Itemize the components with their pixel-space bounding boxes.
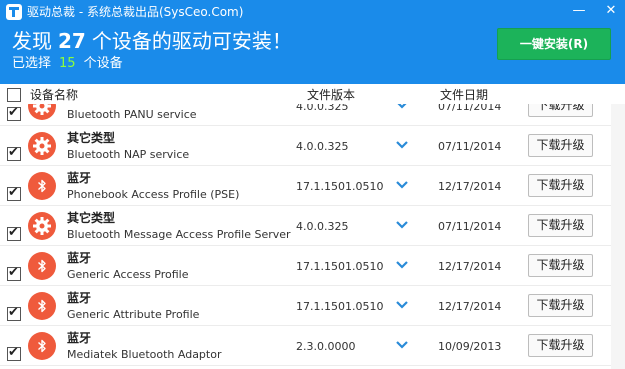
row-checkbox[interactable]: ✔ <box>7 264 21 281</box>
headline-suffix: 个设备的驱动可安装！ <box>91 29 292 53</box>
bluetooth-icon <box>28 332 56 360</box>
column-header: 设备名称 文件版本 文件日期 <box>0 86 625 104</box>
download-upgrade-button[interactable]: 下载升级 <box>528 134 593 157</box>
file-version: 4.0.0.325 <box>296 140 349 153</box>
app-logo-icon <box>6 4 22 20</box>
row-checkbox[interactable]: ✔ <box>7 104 21 121</box>
scrollbar[interactable] <box>611 96 625 369</box>
checkmark-icon: ✔ <box>8 304 19 320</box>
headline-prefix: 发现 <box>12 29 52 53</box>
download-upgrade-button[interactable]: 下载升级 <box>528 214 593 237</box>
device-type: 蓝牙 <box>67 331 92 345</box>
selected-prefix: 已选择 <box>12 56 52 71</box>
file-version: 17.1.1501.0510 <box>296 260 384 273</box>
close-button[interactable]: ✕ <box>598 0 624 22</box>
window-title: 驱动总裁 - 系统总裁出品(SysCeo.Com) <box>27 5 244 19</box>
file-date: 12/17/2014 <box>438 180 502 193</box>
file-version: 17.1.1501.0510 <box>296 300 384 313</box>
version-dropdown-chevron-icon[interactable] <box>395 139 409 151</box>
file-date: 12/17/2014 <box>438 300 502 313</box>
bluetooth-icon <box>28 172 56 200</box>
device-name: Bluetooth PANU service <box>67 108 197 121</box>
download-upgrade-button[interactable]: 下载升级 <box>528 294 593 317</box>
bluetooth-icon <box>28 292 56 320</box>
page-title: 发现 27 个设备的驱动可安装！ <box>12 28 292 54</box>
device-name: Generic Attribute Profile <box>67 308 200 321</box>
selected-count: 15 <box>59 56 76 71</box>
file-date: 12/17/2014 <box>438 260 502 273</box>
gear-icon <box>28 212 56 240</box>
table-row: ✔ 蓝牙 Mediatek Bluetooth Adaptor 2.3.0.0000 1… <box>0 326 625 366</box>
column-device-name[interactable]: 设备名称 <box>30 88 78 102</box>
one-click-install-button[interactable]: 一键安装(R) <box>497 28 611 60</box>
selection-summary: 已选择 15 个设备 <box>12 55 123 73</box>
column-file-date[interactable]: 文件日期 <box>440 88 488 102</box>
version-dropdown-chevron-icon[interactable] <box>395 259 409 271</box>
table-row: ✔ 其它类型 Bluetooth NAP service 4.0.0.325 07/11… <box>0 126 625 166</box>
download-upgrade-button[interactable]: 下载升级 <box>528 174 593 197</box>
selected-suffix: 个设备 <box>83 56 123 71</box>
device-type: 其它类型 <box>67 131 116 145</box>
row-checkbox[interactable]: ✔ <box>7 144 21 161</box>
row-checkbox[interactable]: ✔ <box>7 344 21 361</box>
file-version: 17.1.1501.0510 <box>296 180 384 193</box>
checkmark-icon: ✔ <box>8 104 19 120</box>
file-version: 4.0.0.325 <box>296 220 349 233</box>
bluetooth-icon <box>28 252 56 280</box>
checkmark-icon: ✔ <box>8 344 19 360</box>
device-name: Generic Access Profile <box>67 268 189 281</box>
device-type: 蓝牙 <box>67 291 92 305</box>
version-dropdown-chevron-icon[interactable] <box>395 339 409 351</box>
row-checkbox[interactable]: ✔ <box>7 304 21 321</box>
device-name: Mediatek Bluetooth Adaptor <box>67 348 222 361</box>
title-bar: 驱动总裁 - 系统总裁出品(SysCeo.Com) — ✕ <box>0 0 625 24</box>
select-all-checkbox[interactable] <box>7 88 21 102</box>
driver-list: ✔ 其它类型 Bluetooth PANU service 4.0.0.325 07/1… <box>0 96 625 369</box>
table-row: ✔ 蓝牙 Generic Attribute Profile 17.1.1501.05… <box>0 286 625 326</box>
device-name: Bluetooth Message Access Profile Server <box>67 228 291 241</box>
device-type: 蓝牙 <box>67 171 92 185</box>
checkmark-icon: ✔ <box>8 264 19 280</box>
checkmark-icon: ✔ <box>8 184 19 200</box>
header-bar: 驱动总裁 - 系统总裁出品(SysCeo.Com) — ✕ 发现 27 个设备的驱动… <box>0 0 625 84</box>
row-checkbox[interactable]: ✔ <box>7 224 21 241</box>
driver-count: 27 <box>58 29 86 53</box>
device-name: Bluetooth NAP service <box>67 148 190 161</box>
device-type: 其它类型 <box>67 211 116 225</box>
version-dropdown-chevron-icon[interactable] <box>395 219 409 231</box>
version-dropdown-chevron-icon[interactable] <box>395 299 409 311</box>
download-upgrade-button[interactable]: 下载升级 <box>528 254 593 277</box>
device-name: Phonebook Access Profile (PSE) <box>67 188 240 201</box>
gear-icon <box>28 132 56 160</box>
file-date: 07/11/2014 <box>438 140 502 153</box>
checkmark-icon: ✔ <box>8 144 19 160</box>
checkmark-icon: ✔ <box>8 224 19 240</box>
file-date: 10/09/2013 <box>438 340 502 353</box>
version-dropdown-chevron-icon[interactable] <box>395 179 409 191</box>
column-file-version[interactable]: 文件版本 <box>307 88 355 102</box>
file-version: 2.3.0.0000 <box>296 340 356 353</box>
table-row: ✔ 蓝牙 Generic Access Profile 17.1.1501.0510 1… <box>0 246 625 286</box>
file-date: 07/11/2014 <box>438 220 502 233</box>
download-upgrade-button[interactable]: 下载升级 <box>528 334 593 357</box>
table-row: ✔ 其它类型 Bluetooth Message Access Profile Se… <box>0 206 625 246</box>
device-type: 蓝牙 <box>67 251 92 265</box>
row-checkbox[interactable]: ✔ <box>7 184 21 201</box>
minimize-button[interactable]: — <box>566 0 592 22</box>
table-row: ✔ 蓝牙 Phonebook Access Profile (PSE) 17.1.15… <box>0 166 625 206</box>
